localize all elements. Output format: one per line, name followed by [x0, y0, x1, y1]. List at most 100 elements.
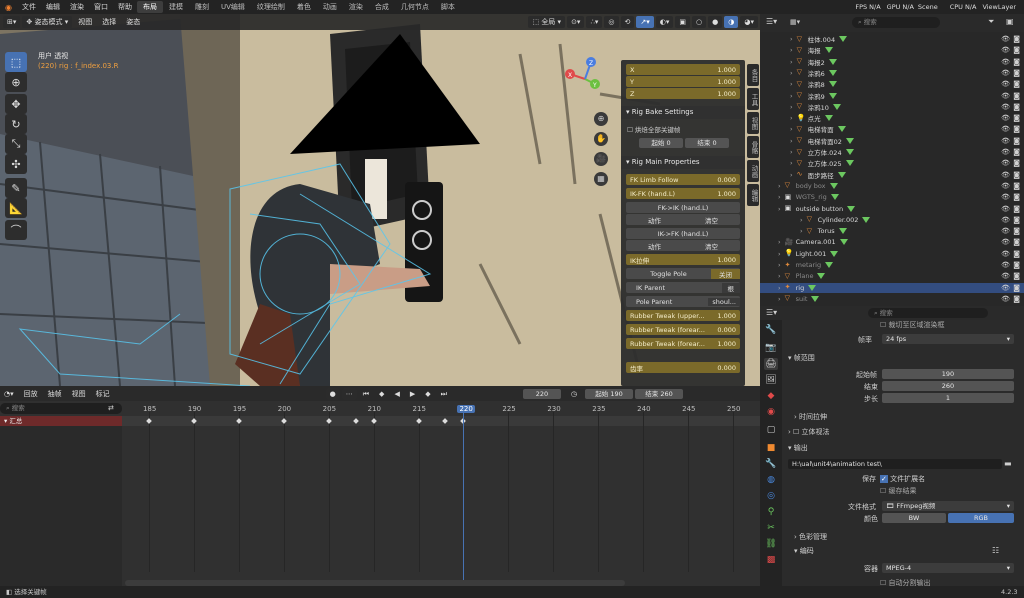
- camera-view-icon[interactable]: 🎥: [594, 152, 608, 166]
- workspace-tab-compositing[interactable]: 合成: [369, 1, 395, 13]
- workspace-tab-rendering[interactable]: 渲染: [343, 1, 369, 13]
- render-camera-icon[interactable]: ◙: [1013, 58, 1020, 66]
- expand-chevron-icon[interactable]: ›: [790, 58, 793, 66]
- outliner-item[interactable]: › ✦ rig 👁 ◙: [760, 282, 1024, 293]
- proportional-icon[interactable]: ◎: [604, 16, 619, 28]
- outliner-item[interactable]: › 💡 点光 👁 ◙: [760, 113, 1024, 123]
- outliner-search-input[interactable]: ⌕ 搜索: [852, 17, 940, 28]
- expand-chevron-icon[interactable]: ›: [790, 46, 793, 54]
- visibility-eye-icon[interactable]: 👁: [1001, 103, 1010, 111]
- scale-z-field[interactable]: Z 1.000: [626, 88, 740, 99]
- visibility-eye-icon[interactable]: 👁: [1001, 261, 1010, 269]
- mesh-data-icon[interactable]: [829, 182, 838, 189]
- sidebar-tab-animation[interactable]: 动画: [747, 160, 759, 182]
- expand-chevron-icon[interactable]: ›: [790, 35, 793, 43]
- scene-tab-icon[interactable]: ◆: [764, 390, 778, 402]
- play-icon[interactable]: ▶: [406, 388, 419, 400]
- mesh-data-icon[interactable]: [830, 250, 839, 257]
- transform-tool[interactable]: ✣: [5, 154, 27, 174]
- expand-chevron-icon[interactable]: ›: [778, 272, 781, 280]
- annotate-tool[interactable]: ✎: [5, 178, 27, 198]
- visibility-eye-icon[interactable]: 👁: [1001, 182, 1010, 190]
- visibility-eye-icon[interactable]: 👁: [1001, 80, 1010, 88]
- overlay-toggle-icon[interactable]: ◐▾: [655, 16, 674, 28]
- visibility-eye-icon[interactable]: 👁: [1001, 193, 1010, 201]
- expand-chevron-icon[interactable]: ›: [790, 103, 793, 111]
- outliner-filter-icon[interactable]: ⏷: [988, 17, 994, 27]
- expand-chevron-icon[interactable]: ›: [790, 148, 793, 156]
- bake-end-field[interactable]: 结束 0: [685, 138, 729, 148]
- expand-chevron-icon[interactable]: ›: [778, 295, 781, 303]
- preview-range-icon[interactable]: ◷: [567, 388, 581, 400]
- expand-chevron-icon[interactable]: ›: [790, 92, 793, 100]
- outliner-item[interactable]: › ▽ 柱体.004 👁 ◙: [760, 34, 1024, 44]
- render-camera-icon[interactable]: ◙: [1013, 284, 1020, 292]
- render-camera-icon[interactable]: ◙: [1013, 35, 1020, 43]
- timeline-menu-playback[interactable]: 回放: [20, 388, 42, 400]
- render-camera-icon[interactable]: ◙: [1013, 148, 1020, 156]
- mesh-data-icon[interactable]: [845, 149, 854, 155]
- physics-tab-icon[interactable]: ◎: [764, 490, 778, 502]
- outliner-new-collection-icon[interactable]: ▣: [1006, 17, 1014, 26]
- rig-bake-settings-header[interactable]: ▾ Rig Bake Settings: [621, 106, 745, 119]
- visibility-eye-icon[interactable]: 👁: [1001, 46, 1010, 54]
- render-camera-icon[interactable]: ◙: [1013, 137, 1020, 145]
- jump-end-icon[interactable]: ⏭: [437, 388, 451, 400]
- container-dropdown[interactable]: MPEG-4 ▾: [882, 563, 1014, 573]
- render-camera-icon[interactable]: ◙: [1013, 238, 1020, 246]
- render-camera-icon[interactable]: ◙: [1013, 92, 1020, 100]
- collection-tab-icon[interactable]: ▢: [764, 424, 778, 436]
- properties-editor-icon[interactable]: ☰▾: [766, 308, 777, 317]
- blender-logo-icon[interactable]: ◉: [0, 3, 17, 12]
- sidebar-tab-tool[interactable]: 工具: [747, 88, 759, 110]
- gizmo-toggle-icon[interactable]: ↗▾: [636, 16, 654, 28]
- mesh-data-icon[interactable]: [845, 137, 854, 144]
- render-camera-icon[interactable]: ◙: [1013, 159, 1020, 167]
- mesh-data-icon[interactable]: [845, 160, 854, 167]
- frame-start-field[interactable]: 190: [882, 369, 1014, 379]
- rig-main-properties-header[interactable]: ▾ Rig Main Properties: [621, 156, 745, 169]
- render-camera-icon[interactable]: ◙: [1013, 114, 1020, 122]
- mesh-data-icon[interactable]: [825, 262, 834, 268]
- visibility-eye-icon[interactable]: 👁: [1001, 216, 1010, 224]
- visibility-eye-icon[interactable]: 👁: [1001, 148, 1010, 156]
- snap-icon[interactable]: ∴▾: [586, 16, 603, 28]
- smooth-slider[interactable]: 齿率 0.000: [626, 362, 740, 373]
- mesh-data-icon[interactable]: [811, 295, 820, 302]
- render-camera-icon[interactable]: ◙: [1013, 250, 1020, 258]
- workspace-tab-sculpt[interactable]: 雕刻: [189, 1, 215, 13]
- outliner-item[interactable]: › ▽ 海报 👁 ◙: [760, 45, 1024, 55]
- ik-stretch-slider[interactable]: IK拉伸 1.000: [626, 254, 740, 265]
- render-camera-icon[interactable]: ◙: [1013, 216, 1020, 224]
- fk-to-ik-clear-button[interactable]: 清空: [705, 215, 718, 225]
- mesh-data-icon[interactable]: [847, 205, 856, 212]
- expand-chevron-icon[interactable]: ›: [778, 205, 781, 213]
- visibility-eye-icon[interactable]: 👁: [1001, 92, 1010, 100]
- menu-window[interactable]: 窗口: [89, 2, 113, 12]
- render-camera-icon[interactable]: ◙: [1013, 125, 1020, 133]
- cursor-tool[interactable]: ⊕: [5, 72, 27, 92]
- fk-limb-follow-slider[interactable]: FK Limb Follow 0.000: [626, 174, 740, 185]
- pole-parent-dropdown[interactable]: shoul...: [708, 297, 740, 306]
- outliner-item[interactable]: › ▽ 涂鸦9 👁 ◙: [760, 91, 1024, 101]
- timeline-menu-view[interactable]: 视图: [68, 388, 90, 400]
- outliner-item[interactable]: › ▽ body box 👁 ◙: [760, 181, 1024, 191]
- shading-solid-icon[interactable]: ●: [708, 16, 723, 28]
- outliner-item[interactable]: › ▽ Cylinder.002 👁 ◙: [760, 215, 1024, 225]
- menu-help[interactable]: 帮助: [113, 2, 137, 12]
- timeline-search-input[interactable]: ⌕ 搜索: [0, 403, 122, 414]
- visibility-eye-icon[interactable]: 👁: [1001, 125, 1010, 133]
- mesh-data-icon[interactable]: [832, 103, 841, 110]
- visibility-eye-icon[interactable]: 👁: [1001, 284, 1010, 292]
- bake-start-field[interactable]: 起始 0: [639, 138, 683, 148]
- render-camera-icon[interactable]: ◙: [1013, 46, 1020, 54]
- crop-checkbox[interactable]: ☐ 裁切至区域渲染框: [880, 320, 945, 330]
- color-management-panel[interactable]: › 色彩管理: [794, 532, 827, 542]
- shading-material-icon[interactable]: ◑: [724, 16, 739, 28]
- expand-chevron-icon[interactable]: ›: [790, 137, 793, 145]
- outliner-item[interactable]: › ▽ suit 👁 ◙: [760, 294, 1024, 304]
- expand-chevron-icon[interactable]: ›: [800, 216, 803, 224]
- perspective-grid-icon[interactable]: ▦: [594, 172, 608, 186]
- mesh-data-icon[interactable]: [838, 228, 847, 235]
- sidebar-tab-view[interactable]: 视图: [747, 112, 759, 134]
